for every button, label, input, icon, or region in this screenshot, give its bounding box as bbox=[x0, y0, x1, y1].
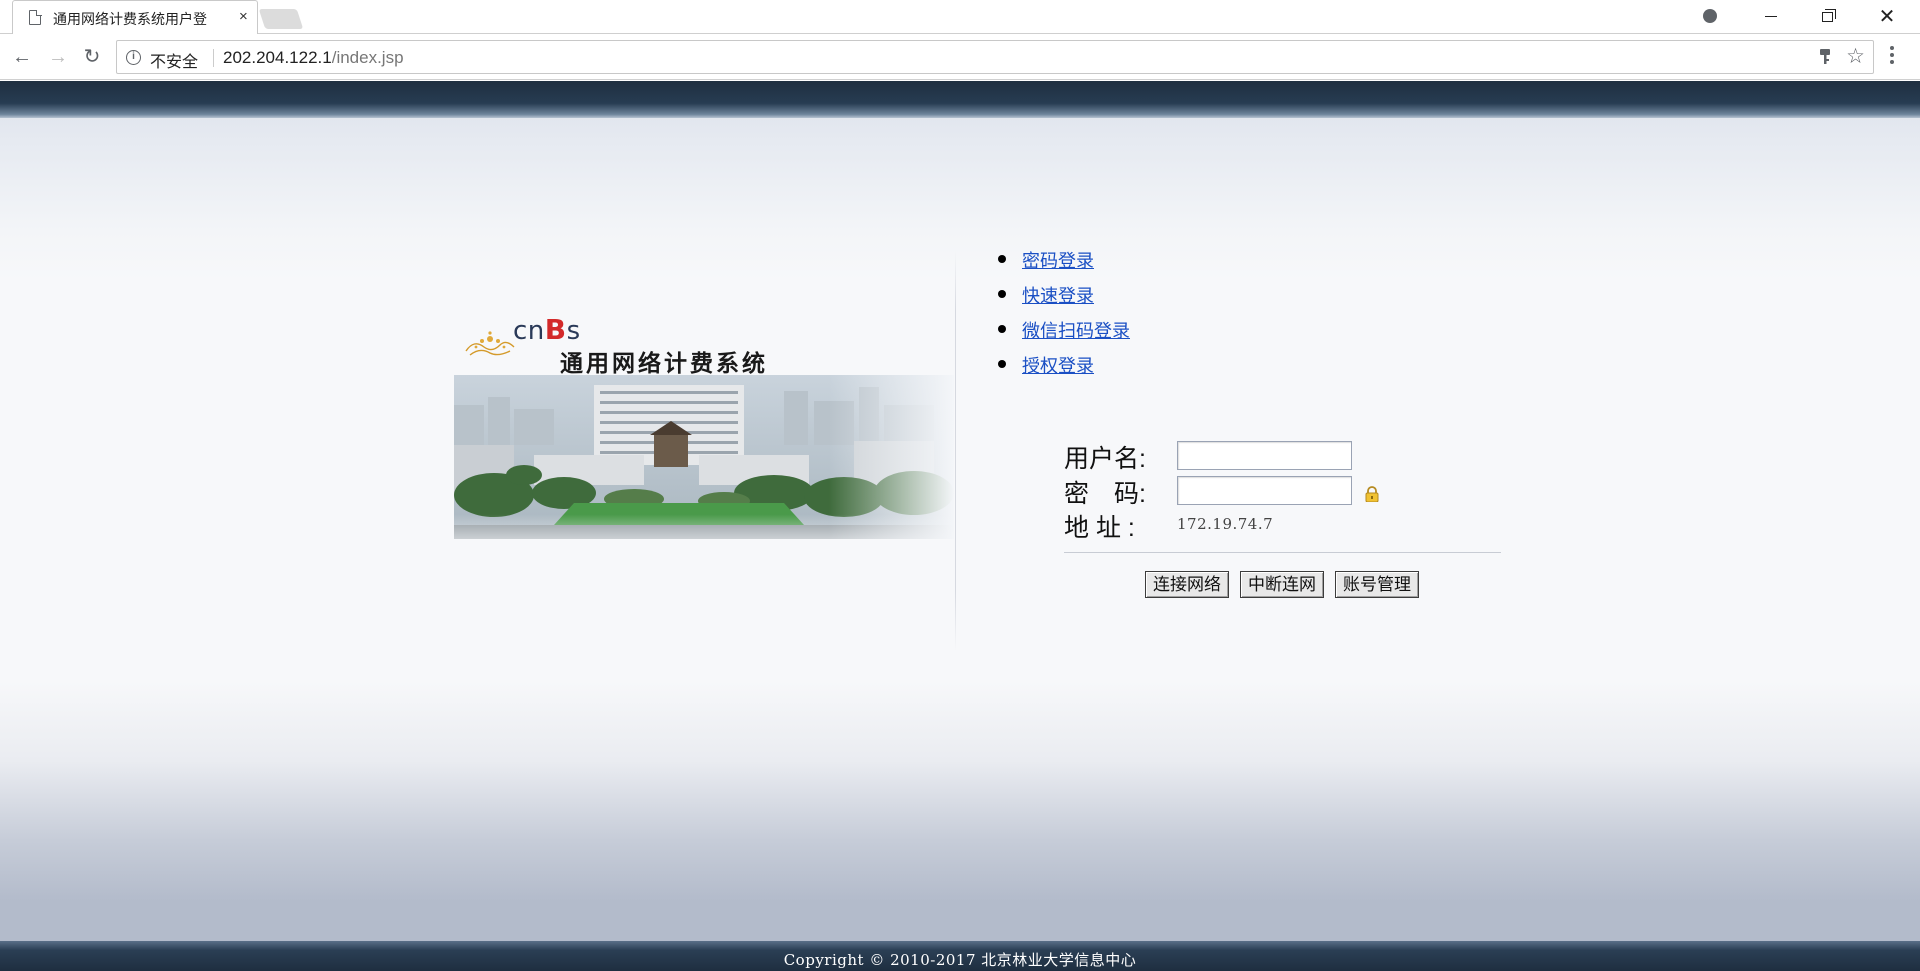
key-icon[interactable] bbox=[1819, 49, 1831, 68]
tab-close-icon[interactable]: × bbox=[239, 8, 248, 25]
account-management-button[interactable]: 账号管理 bbox=[1335, 571, 1419, 598]
bullet-icon bbox=[998, 325, 1006, 333]
restore-button[interactable] bbox=[1805, 4, 1851, 30]
forward-arrow-icon[interactable]: → bbox=[45, 44, 71, 70]
login-page: cnBs 通用网络计费系统 密码登录 快速登录 微信扫码登录 授权登录 用户名:… bbox=[0, 81, 1920, 971]
new-tab-button[interactable] bbox=[258, 9, 304, 29]
address-value: 172.19.74.7 bbox=[1177, 515, 1274, 533]
username-label: 用户名: bbox=[1064, 445, 1146, 473]
list-item: 密码登录 bbox=[998, 247, 1130, 282]
address-label: 地 址 : bbox=[1064, 514, 1135, 542]
document-icon bbox=[29, 9, 42, 25]
logo-text-b: B bbox=[544, 313, 567, 346]
close-window-button[interactable]: ✕ bbox=[1864, 4, 1910, 30]
url-text[interactable]: 202.204.122.1/index.jsp bbox=[223, 48, 404, 68]
url-host: 202.204.122.1 bbox=[223, 48, 332, 67]
password-label: 密 码: bbox=[1064, 480, 1146, 508]
url-path: /index.jsp bbox=[331, 48, 404, 67]
username-input[interactable] bbox=[1177, 441, 1352, 470]
profile-icon[interactable] bbox=[1686, 4, 1732, 30]
vertical-divider bbox=[955, 251, 956, 651]
bookmark-star-icon[interactable]: ☆ bbox=[1846, 44, 1865, 69]
reload-icon[interactable]: ↻ bbox=[79, 44, 105, 70]
bullet-icon bbox=[998, 255, 1006, 263]
minimize-button[interactable] bbox=[1748, 4, 1794, 30]
system-title: 通用网络计费系统 bbox=[560, 350, 768, 377]
link-password-login[interactable]: 密码登录 bbox=[1022, 251, 1094, 271]
back-arrow-icon[interactable]: ← bbox=[9, 44, 35, 70]
bullet-icon bbox=[998, 290, 1006, 298]
header-band bbox=[0, 81, 1920, 118]
list-item: 授权登录 bbox=[998, 352, 1130, 387]
list-item: 快速登录 bbox=[998, 282, 1130, 317]
browser-toolbar: ← → ↻ i 不安全 202.204.122.1/index.jsp ☆ bbox=[0, 34, 1920, 80]
tab-title: 通用网络计费系统用户登 bbox=[53, 11, 207, 27]
logo-text-cn: cn bbox=[513, 316, 545, 346]
lock-icon[interactable] bbox=[1364, 486, 1380, 502]
cnbs-logo: cnBs bbox=[513, 313, 581, 346]
logo-text-s: s bbox=[566, 316, 581, 346]
tab-strip: 通用网络计费系统用户登 × ✕ bbox=[0, 0, 1920, 35]
link-authorized-login[interactable]: 授权登录 bbox=[1022, 356, 1094, 376]
info-icon[interactable]: i bbox=[126, 50, 141, 65]
form-divider bbox=[1064, 552, 1501, 553]
link-quick-login[interactable]: 快速登录 bbox=[1022, 286, 1094, 306]
copyright-text: Copyright © 2010-2017 北京林业大学信息中心 bbox=[783, 951, 1137, 969]
list-item: 微信扫码登录 bbox=[998, 317, 1130, 352]
logo-ornament-icon bbox=[465, 331, 515, 356]
browser-tab-active[interactable]: 通用网络计费系统用户登 × bbox=[12, 0, 258, 35]
campus-photo bbox=[454, 375, 954, 539]
browser-menu-icon[interactable] bbox=[1889, 46, 1895, 68]
footer-band: Copyright © 2010-2017 北京林业大学信息中心 bbox=[0, 941, 1920, 971]
security-label[interactable]: 不安全 bbox=[150, 48, 198, 72]
password-input[interactable] bbox=[1177, 476, 1352, 505]
bullet-icon bbox=[998, 360, 1006, 368]
connect-network-button[interactable]: 连接网络 bbox=[1145, 571, 1229, 598]
omnibox-separator bbox=[213, 49, 214, 67]
address-bar[interactable]: i 不安全 202.204.122.1/index.jsp ☆ bbox=[116, 40, 1874, 74]
login-method-list: 密码登录 快速登录 微信扫码登录 授权登录 bbox=[998, 247, 1130, 387]
disconnect-network-button[interactable]: 中断连网 bbox=[1240, 571, 1324, 598]
link-wechat-login[interactable]: 微信扫码登录 bbox=[1022, 321, 1130, 341]
